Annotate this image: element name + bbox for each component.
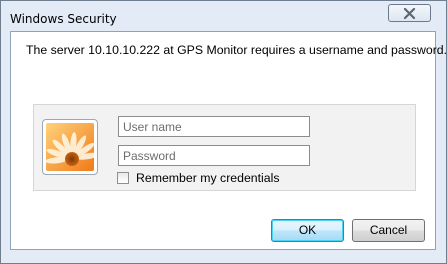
close-icon	[403, 8, 416, 19]
user-tile-flower-icon	[42, 119, 98, 175]
title-bar[interactable]: Windows Security	[1, 1, 446, 31]
remember-label: Remember my credentials	[136, 171, 280, 185]
dialog-body: The server 10.10.10.222 at GPS Monitor r…	[10, 31, 447, 250]
prompt-message: The server 10.10.10.222 at GPS Monitor r…	[26, 43, 447, 57]
password-field[interactable]	[118, 145, 310, 166]
cancel-button[interactable]: Cancel	[352, 219, 425, 242]
username-field[interactable]	[118, 116, 310, 137]
remember-checkbox[interactable]	[117, 172, 129, 184]
window-title: Windows Security	[10, 12, 117, 26]
close-button[interactable]	[388, 4, 431, 22]
credential-tile: Remember my credentials	[33, 104, 416, 191]
security-dialog: Windows Security The server 10.10.10.222…	[0, 0, 447, 264]
ok-button[interactable]: OK	[271, 219, 344, 242]
